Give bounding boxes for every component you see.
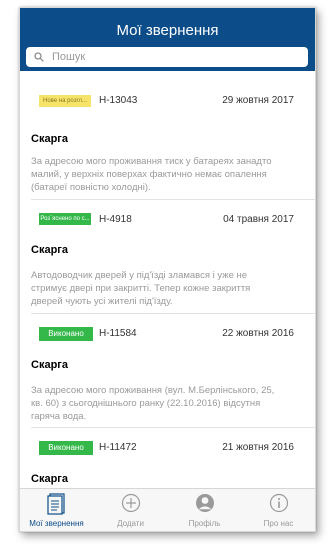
request-description: За адресою мого проживання тиск у батаре… [31,155,306,194]
info-icon [269,493,289,513]
page-title: Мої звернення [116,22,219,39]
request-title: Скарга [31,244,68,256]
tab-label: Профіль [188,519,221,528]
tab-label: Додати [117,519,144,528]
tab-about[interactable]: Про нас [242,489,315,531]
request-card[interactable]: Роз`яснено по с... Н-4918 04 травня 2017… [20,209,315,321]
description-line: гаряча вода. [31,411,87,422]
status-badge: Виконано [39,327,93,341]
request-description: За адресою мого проживання (вул. М.Берлі… [31,384,306,423]
description-line: дверей чують усі жителі під'їзду. [31,296,173,307]
tab-add[interactable]: Додати [94,489,167,531]
status-badge: Нове на розгл... [39,95,91,107]
search-icon [34,52,44,62]
tab-profile[interactable]: Профіль [168,489,241,531]
list-icon [47,493,65,515]
request-title: Скарга [31,133,68,145]
request-date: 21 жовтня 2016 [222,442,294,453]
ticket-number: Н-11584 [99,328,137,339]
tab-my-requests[interactable]: Мої звернення [20,489,93,531]
request-card[interactable]: Нове на розгл... Н-13043 29 жовтня 2017 … [20,71,315,200]
description-line: Автодоводчик дверей у під'їзді зламався … [31,270,248,281]
search-input[interactable] [52,47,292,67]
requests-list: Нове на розгл... Н-13043 29 жовтня 2017 … [20,71,315,488]
ticket-number: Н-11472 [99,442,137,453]
request-title: Скарга [31,473,68,485]
divider [31,427,315,428]
ticket-number: Н-4918 [99,214,132,225]
search-bar[interactable] [26,47,308,67]
app-screen: Мої звернення Нове на розгл... Н-13043 2… [19,7,316,532]
tab-bar: Мої звернення Додати Профіль Про нас [20,488,315,531]
description-line: кв. 60) з сьогоднішнього ранку (22.10.20… [31,398,261,409]
divider [31,199,315,200]
description-line: стримує двері при закритті. Тепер кожне … [31,283,251,294]
description-line: малий, у верхніх поверхах фактично немає… [31,169,267,180]
request-date: 29 жовтня 2017 [222,95,294,106]
request-description: Автодоводчик дверей у під'їзді зламався … [31,269,306,308]
description-line: За адресою мого проживання тиск у батаре… [31,156,272,167]
request-title: Скарга [31,359,68,371]
request-date: 22 жовтня 2016 [222,328,294,339]
add-icon [121,493,141,513]
request-date: 04 травня 2017 [223,214,294,225]
profile-icon [196,494,214,512]
status-badge: Роз`яснено по с... [39,213,91,225]
tab-label: Мої звернення [29,519,84,528]
ticket-number: Н-13043 [99,95,138,106]
status-badge: Виконано [39,441,93,455]
request-card[interactable]: Виконано Н-11472 21 жовтня 2016 Скарга [20,435,315,488]
description-line: (батареї повністю холодні). [31,182,151,193]
divider [31,313,315,314]
description-line: За адресою мого проживання (вул. М.Берлі… [31,385,275,396]
header: Мої звернення [20,8,315,71]
request-card[interactable]: Виконано Н-11584 22 жовтня 2016 Скарга З… [20,321,315,433]
tab-label: Про нас [263,519,294,528]
